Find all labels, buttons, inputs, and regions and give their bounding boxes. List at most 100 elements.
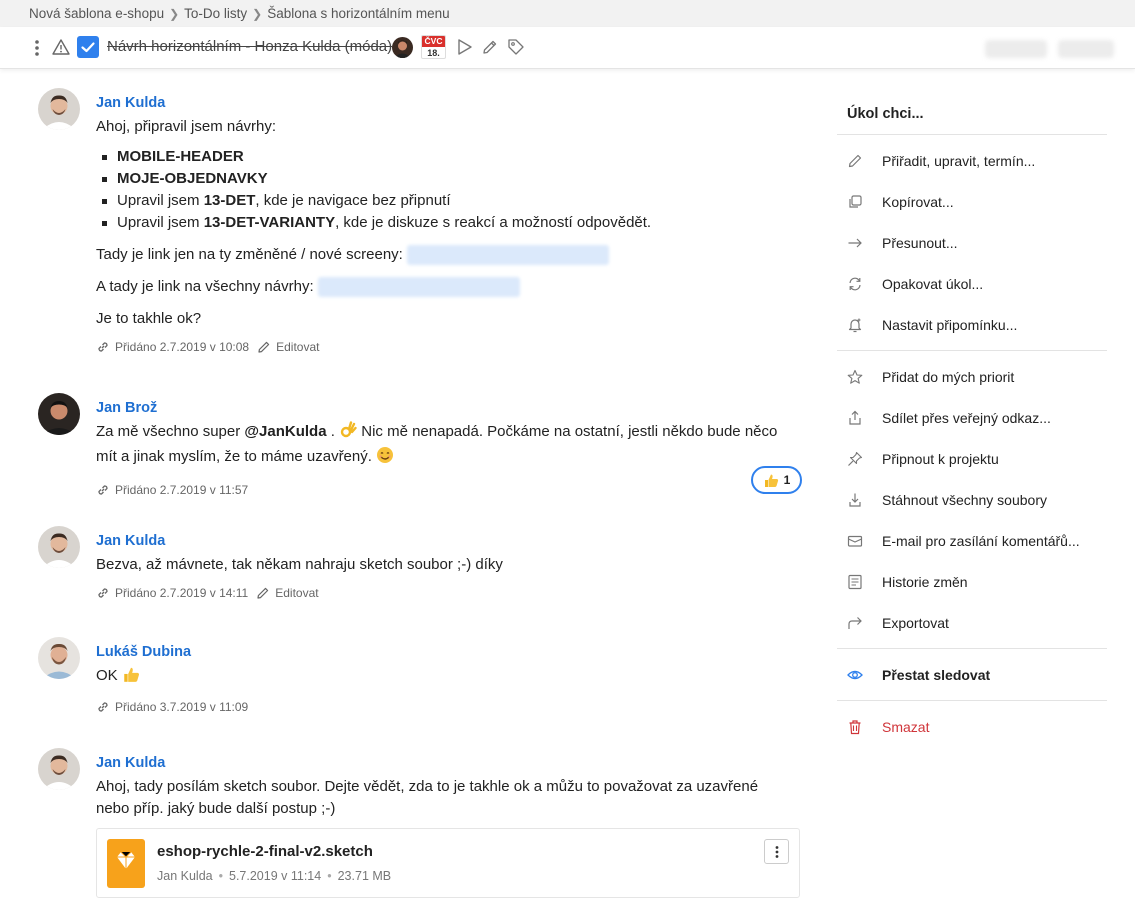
avatar[interactable] (38, 88, 80, 130)
bullet-list: MOBILE-HEADER MOJE-OBJEDNAVKY Upravil js… (96, 146, 802, 234)
file-size: 23.71 MB (337, 869, 392, 883)
bell-icon (847, 317, 863, 333)
comment-meta: Přidáno 2.7.2019 v 11:57 (96, 481, 802, 499)
blurred-link[interactable] (407, 245, 610, 266)
mention-link[interactable]: @JanKulda (244, 423, 326, 440)
breadcrumb: Nová šablona e-shopu ❯ To-Do listy ❯ Šab… (0, 0, 1135, 27)
avatar[interactable] (38, 748, 80, 790)
comment-author[interactable]: Jan Kulda (96, 94, 802, 112)
list-item: Upravil jsem 13-DET, kde je navigace bez… (96, 190, 802, 212)
pencil-icon[interactable] (481, 39, 498, 60)
blurred-button[interactable] (1058, 40, 1114, 58)
list-item: MOBILE-HEADER (96, 146, 802, 168)
smile-emoji (376, 446, 394, 471)
comment-paragraph: Je to takhle ok? (96, 310, 202, 327)
pencil-icon (257, 587, 269, 599)
edit-comment-button[interactable]: Editovat (257, 340, 319, 354)
thumbs-up-emoji (122, 666, 140, 690)
breadcrumb-item-todo-lists[interactable]: To-Do listy (184, 6, 247, 21)
menu-item-reminder[interactable]: Nastavit připomínku... (837, 304, 1107, 345)
comment-timestamp[interactable]: Přidáno 3.7.2019 v 11:09 (115, 700, 248, 714)
comment: Jan Kulda Ahoj, připravil jsem návrhy: M… (38, 88, 802, 363)
menu-item-assign-edit[interactable]: Přiřadit, upravit, termín... (837, 140, 1107, 181)
task-toolbar: Návrh horizontálním - Honza Kulda (móda)… (0, 27, 1135, 69)
menu-item-email-comments[interactable]: E-mail pro zasílání komentářů... (837, 520, 1107, 561)
due-date-calendar-icon[interactable]: ČVC 18. (421, 35, 446, 59)
edit-comment-button[interactable]: Editovat (256, 586, 319, 600)
link-icon[interactable] (96, 586, 110, 600)
file-meta: Jan Kulda • 5.7.2019 v 11:14 • 23.71 MB (157, 869, 392, 883)
menu-item-copy[interactable]: Kopírovat... (837, 181, 1107, 222)
comment-text: Ahoj, tady posílám sketch soubor. Dejte … (96, 778, 759, 817)
file-attachment[interactable]: eshop-rychle-2-final-v2.sketch Jan Kulda… (96, 828, 800, 898)
chevron-right-icon: ❯ (169, 6, 180, 21)
play-icon[interactable] (456, 38, 473, 60)
avatar[interactable] (38, 637, 80, 679)
reaction-count: 1 (783, 473, 791, 487)
star-icon (847, 369, 863, 385)
comment-author[interactable]: Jan Brož (96, 399, 802, 417)
blurred-button[interactable] (985, 40, 1047, 58)
list-item: Upravil jsem 13-DET-VARIANTY, kde je dis… (96, 212, 802, 234)
calendar-month: ČVC (422, 36, 445, 47)
comment: Jan Kulda Ahoj, tady posílám sketch soub… (38, 748, 802, 903)
arrow-right-icon (847, 235, 863, 251)
comment-author[interactable]: Jan Kulda (96, 532, 802, 550)
task-title[interactable]: Návrh horizontálním - Honza Kulda (móda) (107, 38, 392, 55)
reaction-thumbs-up[interactable]: 1 (751, 466, 802, 494)
menu-item-history[interactable]: Historie změn (837, 561, 1107, 602)
comment-paragraph: A tady je link na všechny návrhy: (96, 276, 802, 298)
comment: Jan Kulda Bezva, až mávnete, tak někam n… (38, 526, 802, 606)
file-date: 5.7.2019 v 11:14 (229, 869, 322, 883)
more-vertical-icon[interactable] (30, 37, 44, 59)
download-icon (847, 492, 863, 508)
file-menu-button[interactable] (764, 839, 789, 864)
task-actions-menu: Úkol chci... Přiřadit, upravit, termín..… (837, 92, 1107, 747)
menu-item-add-priority[interactable]: Přidat do mých priorit (837, 356, 1107, 397)
comment-text: Za mě všechno super @JanKulda . Nic mě n… (96, 421, 802, 471)
avatar[interactable] (38, 393, 80, 435)
pin-icon (847, 451, 863, 467)
history-icon (847, 574, 863, 590)
menu-item-unfollow[interactable]: Přestat sledovat (837, 654, 1107, 695)
menu-item-share-public[interactable]: Sdílet přes veřejný odkaz... (837, 397, 1107, 438)
task-done-checkbox[interactable] (77, 36, 99, 58)
link-icon[interactable] (96, 483, 110, 497)
list-item: MOJE-OBJEDNAVKY (96, 168, 802, 190)
menu-item-delete[interactable]: Smazat (837, 706, 1107, 747)
comment-author[interactable]: Jan Kulda (96, 754, 802, 772)
copy-icon (847, 194, 863, 210)
breadcrumb-item-project[interactable]: Nová šablona e-shopu (29, 6, 164, 21)
tag-icon[interactable] (507, 38, 525, 60)
link-icon[interactable] (96, 700, 110, 714)
link-icon[interactable] (96, 340, 110, 354)
comment-paragraph: Tady je link jen na ty změněné / nové sc… (96, 244, 802, 266)
comment-author[interactable]: Lukáš Dubina (96, 643, 802, 661)
menu-item-move[interactable]: Přesunout... (837, 222, 1107, 263)
comment: Jan Brož Za mě všechno super @JanKulda .… (38, 393, 802, 498)
assignee-avatar[interactable] (392, 37, 413, 58)
comment-text: Ahoj, připravil jsem návrhy: (96, 118, 277, 135)
comment: Lukáš Dubina OK Přidáno 3.7.2019 v 11:09 (38, 637, 802, 717)
comment-timestamp[interactable]: Přidáno 2.7.2019 v 10:08 (115, 340, 249, 354)
calendar-day: 18. (427, 48, 440, 58)
comment-timestamp[interactable]: Přidáno 2.7.2019 v 14:11 (115, 586, 248, 600)
ok-hand-emoji (339, 421, 357, 446)
comment-meta: Přidáno 3.7.2019 v 11:09 (96, 698, 802, 716)
export-icon (847, 615, 863, 631)
blurred-link[interactable] (317, 277, 520, 298)
file-name[interactable]: eshop-rychle-2-final-v2.sketch (157, 843, 373, 860)
menu-item-repeat[interactable]: Opakovat úkol... (837, 263, 1107, 304)
pencil-icon (258, 341, 270, 353)
share-icon (847, 410, 863, 426)
avatar[interactable] (38, 526, 80, 568)
breadcrumb-item-list[interactable]: Šablona s horizontálním menu (267, 6, 449, 21)
warning-icon[interactable] (52, 38, 70, 60)
comment-timestamp[interactable]: Přidáno 2.7.2019 v 11:57 (115, 483, 248, 497)
menu-item-pin-project[interactable]: Připnout k projektu (837, 438, 1107, 479)
menu-item-download-all[interactable]: Stáhnout všechny soubory (837, 479, 1107, 520)
pencil-icon (847, 153, 863, 169)
file-uploader: Jan Kulda (157, 869, 213, 883)
comment-text: Bezva, až mávnete, tak někam nahraju ske… (96, 556, 503, 573)
menu-item-export[interactable]: Exportovat (837, 602, 1107, 643)
